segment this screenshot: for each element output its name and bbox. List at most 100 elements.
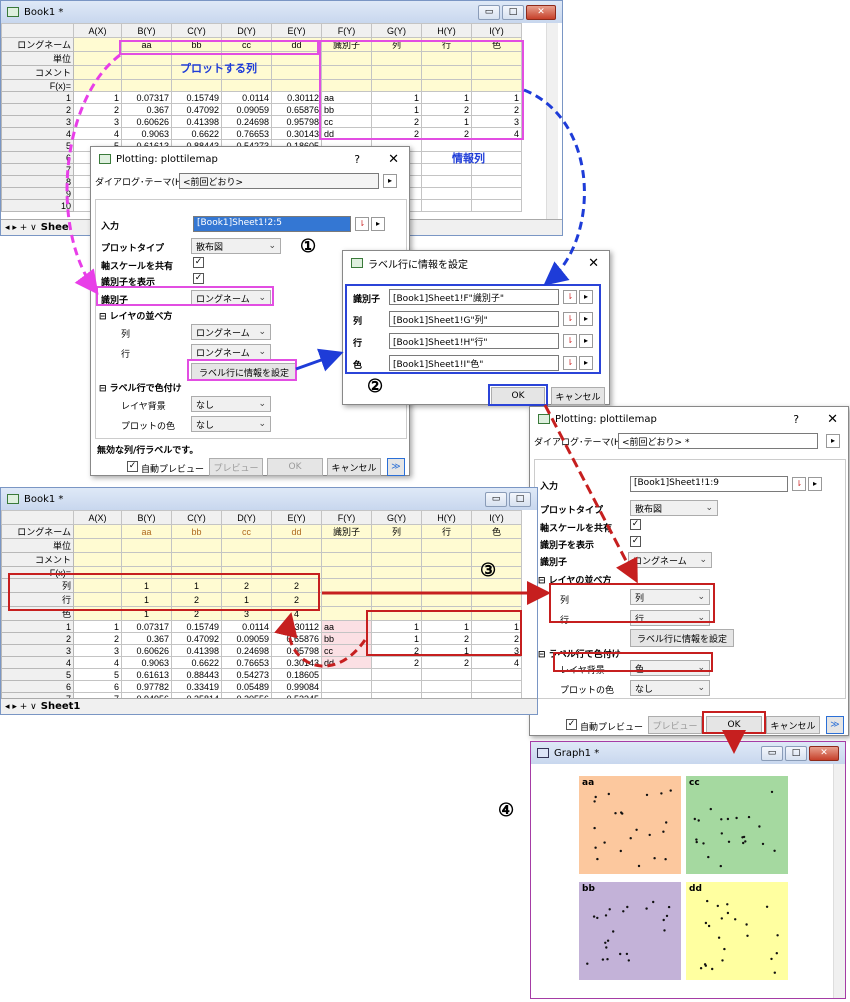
label-row-header[interactable]: ロングネーム (1, 37, 74, 52)
label-cell[interactable] (121, 552, 172, 567)
column-header[interactable]: C(Y) (171, 510, 222, 525)
data-cell[interactable]: 0.60626 (121, 644, 172, 657)
row-header[interactable]: 3 (1, 115, 74, 128)
data-cell[interactable]: 0.30112 (271, 620, 322, 633)
label-cell[interactable] (73, 538, 122, 553)
column-header[interactable]: E(Y) (271, 510, 322, 525)
tile-layer[interactable]: bb (579, 882, 681, 980)
row-header[interactable]: 7 (1, 163, 74, 176)
column-header[interactable]: G(Y) (371, 23, 422, 38)
input-field[interactable]: [Book1]Sheet1!1:9 (630, 476, 788, 492)
label-cell[interactable] (421, 566, 472, 579)
label-cell[interactable] (321, 606, 372, 621)
column-dropdown[interactable]: ロングネーム (191, 324, 271, 340)
minimize-button[interactable]: ▭ (478, 4, 500, 20)
label-cell[interactable] (371, 552, 422, 567)
plot-color-dropdown[interactable]: なし (630, 680, 710, 696)
data-cell[interactable] (371, 680, 422, 693)
label-row-header[interactable]: コメント (1, 65, 74, 80)
label-cell[interactable]: bb (171, 524, 222, 539)
data-cell[interactable] (471, 680, 522, 693)
label-cell[interactable] (471, 538, 522, 553)
data-cell[interactable]: 4 (73, 127, 122, 140)
row-header[interactable]: 2 (1, 103, 74, 116)
data-cell[interactable]: 0.95798 (271, 115, 322, 128)
label-cell[interactable] (73, 37, 122, 52)
close-button[interactable]: ✕ (809, 745, 839, 761)
data-cell[interactable]: 0.41398 (171, 115, 222, 128)
cancel-button[interactable]: キャンセル (327, 458, 381, 476)
data-cell[interactable]: 0.07317 (121, 91, 172, 104)
sheet-tab[interactable]: Sheet1 (41, 701, 81, 712)
close-button[interactable]: ✕ (827, 412, 838, 427)
input-arrow-button[interactable]: ▸ (808, 477, 822, 491)
cancel-button[interactable]: キャンセル (766, 716, 820, 734)
data-cell[interactable]: 2 (73, 632, 122, 645)
label-cell[interactable] (171, 79, 222, 92)
column-header[interactable]: A(X) (73, 510, 122, 525)
data-cell[interactable]: 0.76653 (221, 656, 272, 669)
column-header[interactable]: G(Y) (371, 510, 422, 525)
label-cell[interactable] (221, 538, 272, 553)
maximize-button[interactable]: □ (502, 4, 524, 20)
label-cell[interactable] (421, 592, 472, 607)
input-select-icon[interactable]: ⇂ (792, 477, 806, 491)
row-header[interactable]: 3 (1, 644, 74, 657)
data-cell[interactable]: 0.88443 (171, 668, 222, 681)
cancel-button[interactable]: キャンセル (551, 387, 605, 405)
column-header[interactable]: D(Y) (221, 510, 272, 525)
row-header[interactable]: 4 (1, 656, 74, 669)
label-cell[interactable] (271, 65, 322, 80)
set-label-info-button[interactable]: ラベル行に情報を設定 (630, 629, 734, 647)
label-cell[interactable] (321, 578, 372, 593)
label-cell[interactable]: 行 (421, 524, 472, 539)
label-cell[interactable]: aa (121, 524, 172, 539)
data-cell[interactable]: 3 (73, 115, 122, 128)
data-cell[interactable]: 0.65876 (271, 632, 322, 645)
label-cell[interactable] (221, 552, 272, 567)
label-row-header[interactable]: F(x)= (1, 79, 74, 92)
tile-layer[interactable]: cc (686, 776, 788, 874)
label-cell[interactable] (371, 578, 422, 593)
label-cell[interactable] (121, 79, 172, 92)
column-header[interactable]: I(Y) (471, 510, 522, 525)
autopreview-checkbox[interactable]: ✓ (127, 461, 138, 472)
row-header[interactable]: 8 (1, 175, 74, 188)
data-cell[interactable]: 4 (471, 656, 522, 669)
row-header[interactable]: 1 (1, 620, 74, 633)
data-cell[interactable] (421, 680, 472, 693)
expand-button[interactable]: ≫ (826, 716, 844, 734)
data-cell[interactable]: 0.18605 (271, 668, 322, 681)
row-header[interactable]: 5 (1, 139, 74, 152)
data-cell[interactable]: 0.0114 (221, 91, 272, 104)
show-id-checkbox[interactable]: ✓ (193, 273, 204, 284)
data-cell[interactable] (321, 680, 372, 693)
identifier-dropdown[interactable]: ロングネーム (628, 552, 712, 568)
label-cell[interactable] (171, 552, 222, 567)
data-cell[interactable]: 1 (73, 620, 122, 633)
column-header[interactable]: B(Y) (121, 23, 172, 38)
data-cell[interactable]: 2 (421, 656, 472, 669)
label-cell[interactable] (321, 552, 372, 567)
data-cell[interactable]: 0.76653 (221, 127, 272, 140)
vertical-scrollbar[interactable] (546, 23, 558, 219)
label-cell[interactable] (471, 566, 522, 579)
data-cell[interactable]: 0.41398 (171, 644, 222, 657)
tile-layer[interactable]: dd (686, 882, 788, 980)
data-cell[interactable]: 0.95798 (271, 644, 322, 657)
data-cell[interactable]: 0.33419 (171, 680, 222, 693)
help-button[interactable]: ? (354, 153, 360, 166)
column-header[interactable]: F(Y) (321, 23, 372, 38)
column-header[interactable]: B(Y) (121, 510, 172, 525)
row-header[interactable]: 5 (1, 668, 74, 681)
column-header[interactable]: E(Y) (271, 23, 322, 38)
color-by-label-section[interactable]: ⊟ ラベル行で色付け (99, 381, 182, 394)
data-cell[interactable]: 5 (73, 668, 122, 681)
layer-arrangement-section[interactable]: ⊟ レイヤの並べ方 (99, 309, 172, 322)
data-cell[interactable] (471, 175, 522, 188)
input-field[interactable]: [Book1]Sheet1!2:5 (193, 216, 351, 232)
data-cell[interactable] (371, 668, 422, 681)
label-cell[interactable] (421, 538, 472, 553)
row-header[interactable]: 2 (1, 632, 74, 645)
maximize-button[interactable]: □ (785, 745, 807, 761)
